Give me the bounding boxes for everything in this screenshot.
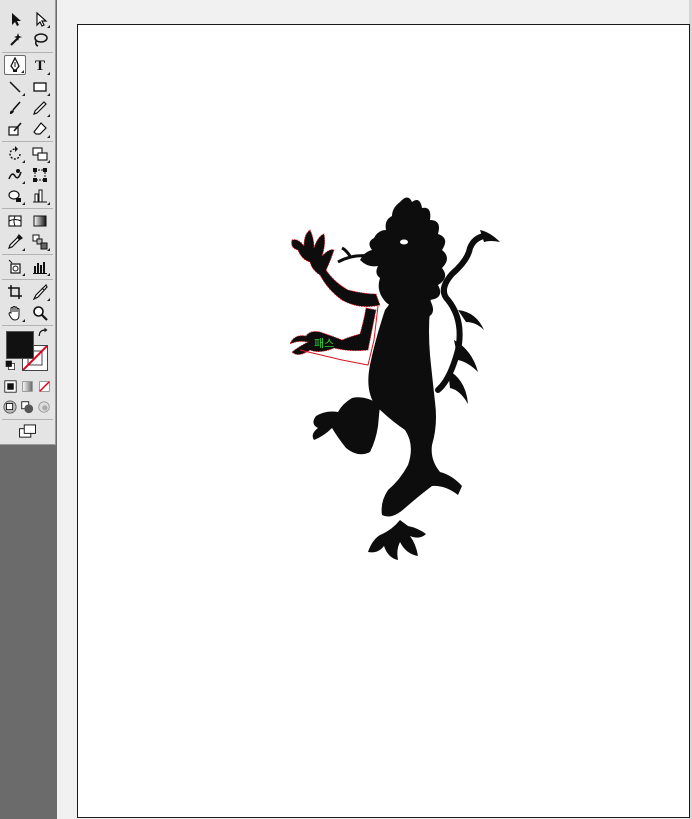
none-mode-icon (38, 380, 50, 392)
magic-wand-icon (10, 33, 22, 46)
default-fill-stroke-button[interactable] (3, 359, 17, 371)
crop-icon (8, 285, 22, 299)
gradient-mode-button[interactable] (19, 378, 35, 394)
direct-selection-tool[interactable] (29, 9, 51, 29)
draw-behind-button[interactable] (19, 399, 35, 415)
blend-tool[interactable] (29, 232, 51, 252)
selection-tool[interactable] (4, 9, 26, 29)
symbol-sprayer-tool[interactable] (4, 186, 26, 206)
mesh-icon (8, 215, 22, 227)
magic-wand-tool[interactable] (4, 30, 26, 50)
hand-tool[interactable] (4, 303, 26, 323)
lion-artwork[interactable] (280, 190, 512, 570)
crop-area-tool[interactable] (4, 282, 26, 302)
tools-panel: T (0, 0, 57, 819)
gradient-mode-icon (21, 380, 33, 392)
draw-inside-icon (38, 401, 50, 413)
blend-icon (32, 234, 48, 250)
gradient-icon (33, 215, 47, 227)
rectangle-icon (33, 82, 47, 92)
eyedropper-tool[interactable] (4, 232, 26, 252)
column-graph-tool[interactable] (29, 186, 51, 206)
brush-icon (9, 101, 21, 114)
swap-arrow-icon (38, 327, 48, 337)
lasso-tool[interactable] (29, 30, 51, 50)
slice-icon (32, 284, 48, 300)
tools-panel-body: T (0, 0, 56, 445)
hollow-arrow-icon (36, 11, 48, 27)
rectangle-tool[interactable] (29, 77, 51, 97)
free-transform-tool[interactable] (29, 165, 51, 185)
eraser-tool[interactable] (29, 119, 51, 139)
swap-fill-stroke-button[interactable] (36, 327, 50, 339)
pencil-icon (33, 101, 47, 115)
fill-color-swatch[interactable] (6, 331, 34, 359)
bar-graph-icon (33, 262, 47, 274)
screen-mode-icon (19, 423, 36, 438)
lion-hind-leg (312, 397, 380, 455)
default-colors-icon (5, 360, 15, 370)
symbol-sprayer-icon (8, 190, 21, 202)
draw-inside-button[interactable] (36, 399, 52, 415)
color-mode-icon (3, 379, 17, 393)
scale-tool[interactable] (29, 144, 51, 164)
type-tool[interactable]: T (29, 56, 51, 76)
graph-tool[interactable] (29, 257, 51, 277)
type-icon: T (34, 58, 45, 74)
screen-mode-button[interactable] (16, 422, 40, 440)
lasso-icon (34, 33, 48, 47)
rotate-icon (9, 146, 21, 160)
line-icon (9, 81, 21, 93)
pen-tool[interactable] (4, 55, 26, 75)
none-mode-button[interactable] (36, 378, 52, 394)
blob-brush-tool[interactable] (4, 119, 26, 139)
scale-icon (32, 147, 48, 161)
eyedropper-icon (8, 234, 23, 249)
paintbrush-tool[interactable] (4, 98, 26, 118)
warp-tool[interactable] (4, 165, 26, 185)
warp-icon (8, 169, 22, 180)
draw-normal-icon (3, 400, 17, 414)
arrow-icon (12, 13, 21, 26)
symbol-icon (8, 259, 21, 274)
lion-eye (400, 239, 408, 245)
blob-brush-icon (8, 122, 22, 136)
cursor-hint-label: 패스 (314, 337, 335, 350)
zoom-tool[interactable] (29, 303, 51, 323)
lion-rear-foot (368, 520, 426, 560)
magnifier-icon (33, 306, 48, 321)
column-graph-icon (33, 189, 47, 203)
mesh-tool[interactable] (4, 211, 26, 231)
rotate-tool[interactable] (4, 144, 26, 164)
pencil-tool[interactable] (29, 98, 51, 118)
free-transform-icon (33, 168, 47, 182)
draw-behind-icon (21, 401, 34, 414)
line-segment-tool[interactable] (4, 77, 26, 97)
hand-icon (8, 306, 20, 321)
lion-raised-foreleg (291, 229, 381, 308)
symbol-tool[interactable] (4, 257, 26, 277)
draw-normal-button[interactable] (2, 399, 18, 415)
eraser-icon (33, 122, 47, 135)
gradient-tool[interactable] (29, 211, 51, 231)
color-mode-button[interactable] (2, 378, 18, 394)
slice-tool[interactable] (29, 282, 51, 302)
